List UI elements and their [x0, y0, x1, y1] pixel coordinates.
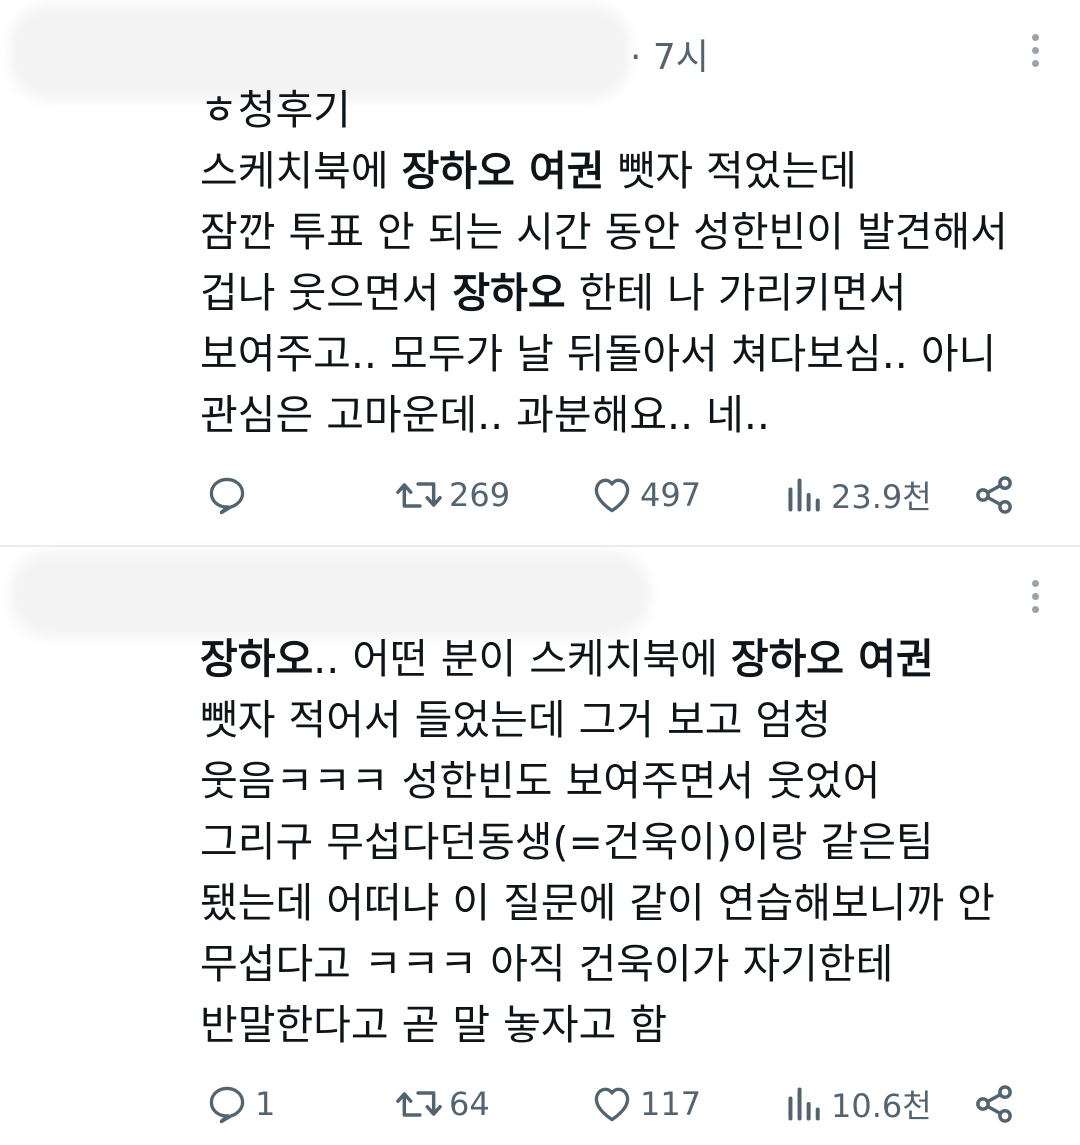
- tweet-text-line: 반말한다고 곧 말 놓자고 함: [200, 995, 995, 1056]
- tweet-text-run: 보여주고.. 모두가 날 뒤돌아서 쳐다보심.. 아니: [200, 330, 997, 378]
- views-count: 23.9천: [831, 478, 932, 516]
- more-options-icon[interactable]: [1030, 34, 1040, 73]
- share-button[interactable]: [972, 1074, 1016, 1134]
- tweet-text-line: 그리구 무섭다던동생(=건욱이)이랑 같은팀: [200, 812, 995, 873]
- tweet-text-bold: 장하오 여권: [730, 635, 934, 683]
- tweet-text-run: 그리구 무섭다던동생(=건욱이)이랑 같은팀: [200, 818, 934, 866]
- views-button[interactable]: 23.9천: [785, 465, 932, 525]
- tweet[interactable]: · 7시 ㅎ청후기스케치북에 장하오 여권 뺏자 적었는데잠깐 투표 안 되는 …: [0, 0, 1080, 545]
- tweet-text-line: 됐는데 어떠냐 이 질문에 같이 연습해보니까 안: [200, 873, 995, 934]
- reply-button[interactable]: [205, 465, 255, 525]
- like-button[interactable]: 117: [590, 1074, 701, 1134]
- like-icon: [594, 478, 630, 513]
- tweet-text-run: 겁나 웃으면서: [200, 269, 453, 317]
- tweet-text: 장하오.. 어떤 분이 스케치북에 장하오 여권뺏자 적어서 들었는데 그거 보…: [200, 629, 995, 1056]
- views-count: 10.6천: [831, 1087, 932, 1125]
- tweet-actions: 269 497 23.9천: [0, 465, 1080, 525]
- tweet-text-bold: 장하오: [200, 635, 314, 683]
- tweet-text-run: 무섭다고 ㅋㅋㅋ 아직 건욱이가 자기한테: [200, 940, 894, 988]
- tweet-text-run: .. 어떤 분이 스케치북에: [313, 635, 731, 683]
- tweet-text-run: 반말한다고 곧 말 놓자고 함: [200, 1001, 668, 1049]
- views-button[interactable]: 10.6천: [785, 1074, 932, 1134]
- tweet-text-line: 관심은 고마운데.. 과분해요.. 네..: [200, 385, 1008, 446]
- retweet-button[interactable]: 64: [395, 1074, 490, 1134]
- like-count: 497: [640, 476, 702, 514]
- tweet-text-line: 무섭다고 ㅋㅋㅋ 아직 건욱이가 자기한테: [200, 934, 995, 995]
- retweet-count: 64: [449, 1085, 490, 1123]
- tweet-text-run: 됐는데 어떠냐 이 질문에 같이 연습해보니까 안: [200, 879, 995, 927]
- tweet-text-run: 뺏자 적어서 들었는데 그거 보고 엄청: [200, 696, 831, 744]
- like-count: 117: [640, 1085, 702, 1123]
- tweet[interactable]: 장하오.. 어떤 분이 스케치북에 장하오 여권뺏자 적어서 들었는데 그거 보…: [0, 547, 1080, 1145]
- tweet-text-line: 웃음ㅋㅋㅋ 성한빈도 보여주면서 웃었어: [200, 751, 995, 812]
- redacted-header: [10, 552, 650, 637]
- retweet-button[interactable]: 269: [395, 465, 510, 525]
- retweet-icon: [396, 1091, 442, 1117]
- tweet-actions: 1 64 117 10.6천: [0, 1074, 1080, 1134]
- tweet-text-line: 겁나 웃으면서 장하오 한테 나 가리키면서: [200, 263, 1008, 324]
- tweet-text-run: 잠깐 투표 안 되는 시간 동안 성한빈이 발견해서: [200, 208, 1008, 256]
- share-icon: [976, 1085, 1012, 1123]
- reply-count: 1: [255, 1085, 276, 1123]
- like-button[interactable]: 497: [590, 465, 701, 525]
- share-icon: [976, 476, 1012, 514]
- reply-icon: [209, 477, 245, 515]
- tweet-text-run: ㅎ청후기: [200, 86, 351, 134]
- tweet-text-line: 뺏자 적어서 들었는데 그거 보고 엄청: [200, 690, 995, 751]
- tweet-text-line: 스케치북에 장하오 여권 뺏자 적었는데: [200, 141, 1008, 202]
- tweet-text-run: 웃음ㅋㅋㅋ 성한빈도 보여주면서 웃었어: [200, 757, 881, 805]
- tweet-text: ㅎ청후기스케치북에 장하오 여권 뺏자 적었는데잠깐 투표 안 되는 시간 동안…: [200, 80, 1008, 446]
- tweet-text-run: 한테 나 가리키면서: [565, 269, 907, 317]
- tweet-text-bold: 장하오: [452, 269, 566, 317]
- reply-button[interactable]: 1: [205, 1074, 275, 1134]
- views-icon: [788, 1087, 820, 1121]
- retweet-icon: [396, 482, 442, 508]
- tweet-text-run: 관심은 고마운데.. 과분해요.. 네..: [200, 391, 770, 439]
- tweet-text-line: 잠깐 투표 안 되는 시간 동안 성한빈이 발견해서: [200, 202, 1008, 263]
- tweet-text-bold: 장하오 여권: [401, 147, 605, 195]
- tweet-text-line: 보여주고.. 모두가 날 뒤돌아서 쳐다보심.. 아니: [200, 324, 1008, 385]
- share-button[interactable]: [972, 465, 1016, 525]
- tweet-text-line: ㅎ청후기: [200, 80, 1008, 141]
- views-icon: [788, 478, 820, 512]
- tweet-text-run: 스케치북에: [200, 147, 402, 195]
- like-icon: [594, 1087, 630, 1122]
- more-options-icon[interactable]: [1030, 580, 1040, 619]
- reply-icon: [209, 1086, 245, 1124]
- tweet-text-run: 뺏자 적었는데: [604, 147, 857, 195]
- tweet-text-line: 장하오.. 어떤 분이 스케치북에 장하오 여권: [200, 629, 995, 690]
- tweet-time: · 7시: [630, 37, 709, 78]
- retweet-count: 269: [449, 476, 511, 514]
